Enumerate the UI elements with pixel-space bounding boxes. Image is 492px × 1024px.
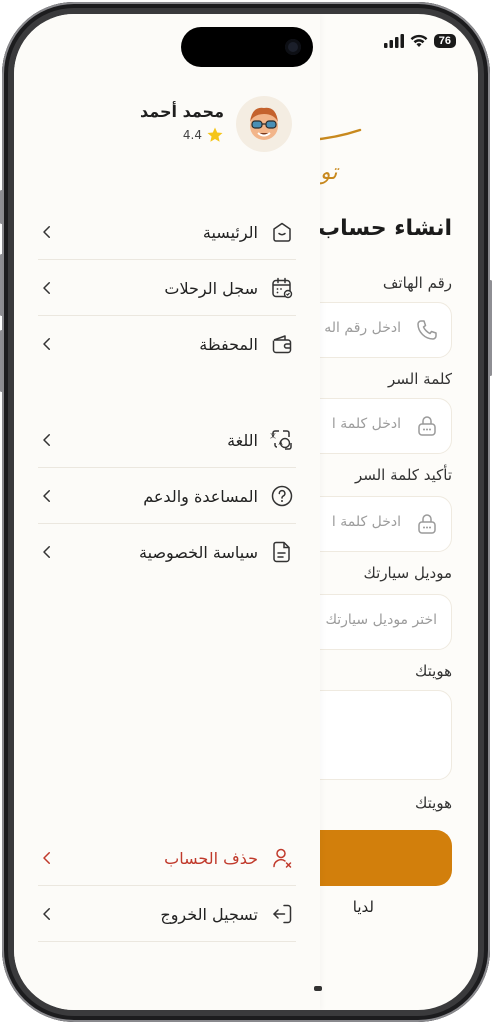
menu-item-wallet[interactable]: المحفظة	[38, 316, 296, 372]
have-account-text[interactable]: لديا	[353, 898, 374, 916]
svg-text:A: A	[278, 440, 283, 447]
phone-placeholder: ادخل رقم اله	[324, 320, 401, 336]
delete-account-button[interactable]: حذف الحساب	[38, 830, 296, 886]
svg-text:文: 文	[270, 432, 276, 440]
confirm-password-placeholder: ادخل كلمة ا	[331, 514, 401, 530]
status-bar: 76	[383, 28, 456, 54]
chevron-left-icon	[43, 908, 50, 920]
id-label-2: هويتك	[414, 794, 452, 812]
camera-icon	[285, 39, 301, 55]
user-delete-icon	[268, 844, 296, 872]
password-label: كلمة السر	[388, 370, 452, 388]
menu-item-label: اللغة	[227, 430, 258, 450]
menu-item-label: المساعدة والدعم	[143, 486, 258, 506]
battery-indicator: 76	[433, 34, 456, 48]
avatar-memoji-icon	[250, 107, 278, 140]
wallet-icon	[268, 330, 296, 358]
help-icon	[268, 482, 296, 510]
menu-item-label: المحفظة	[199, 334, 258, 354]
phone-label: رقم الهاتف	[382, 274, 452, 292]
delete-account-label: حذف الحساب	[164, 848, 258, 868]
logout-icon	[268, 900, 296, 928]
user-name: محمد أحمد	[140, 102, 224, 121]
menu-item-privacy-policy[interactable]: سياسة الخصوصية	[38, 524, 296, 580]
home-icon	[268, 218, 296, 246]
id-label: هويتك	[414, 662, 452, 680]
avatar[interactable]	[236, 96, 292, 152]
divider	[38, 941, 296, 942]
menu-item-label: سياسة الخصوصية	[139, 542, 258, 562]
menu-item-home[interactable]: الرئيسية	[38, 204, 296, 260]
logout-label: تسجيل الخروج	[160, 904, 258, 924]
chevron-left-icon	[43, 852, 50, 864]
chevron-left-icon	[43, 434, 50, 446]
signal-icon	[383, 34, 404, 48]
chevron-left-icon	[43, 226, 50, 238]
menu-item-help-support[interactable]: المساعدة والدعم	[38, 468, 296, 524]
menu-item-label: سجل الرحلات	[164, 278, 258, 298]
language-icon: 文A	[268, 426, 296, 454]
menu-item-label: الرئيسية	[202, 222, 258, 242]
chevron-left-icon	[43, 546, 50, 558]
logout-button[interactable]: تسجيل الخروج	[38, 886, 296, 942]
screen: 76 تو انشاء حساب رقم الهاتف ادخل رقم اله…	[14, 14, 478, 1010]
calendar-icon	[268, 274, 296, 302]
phone-icon	[417, 320, 437, 340]
password-placeholder: ادخل كلمة ا	[331, 416, 401, 432]
home-indicator[interactable]	[314, 986, 322, 991]
confirm-password-label: تأكيد كلمة السر	[354, 466, 452, 484]
document-icon	[268, 538, 296, 566]
chevron-left-icon	[43, 490, 50, 502]
dynamic-island	[181, 27, 313, 67]
car-model-label: موديل سيارتك	[363, 564, 453, 582]
wifi-icon	[410, 34, 428, 47]
menu-item-trip-history[interactable]: سجل الرحلات	[38, 260, 296, 316]
rating-value: 4.4	[182, 128, 202, 142]
car-model-placeholder: اختر موديل سيارتك	[325, 612, 437, 628]
side-drawer: محمد أحمد 4.4 الرئيسية سجل الرحلات المحف…	[14, 14, 320, 1010]
user-rating: 4.4	[183, 126, 224, 144]
menu-item-language[interactable]: 文A اللغة	[38, 412, 296, 468]
star-icon	[207, 127, 223, 142]
lock-icon	[418, 514, 436, 534]
page-title: انشاء حساب	[318, 216, 452, 241]
chevron-left-icon	[43, 338, 50, 350]
app-logo-text: تو	[320, 160, 338, 185]
lock-icon	[418, 416, 436, 436]
chevron-left-icon	[43, 282, 50, 294]
